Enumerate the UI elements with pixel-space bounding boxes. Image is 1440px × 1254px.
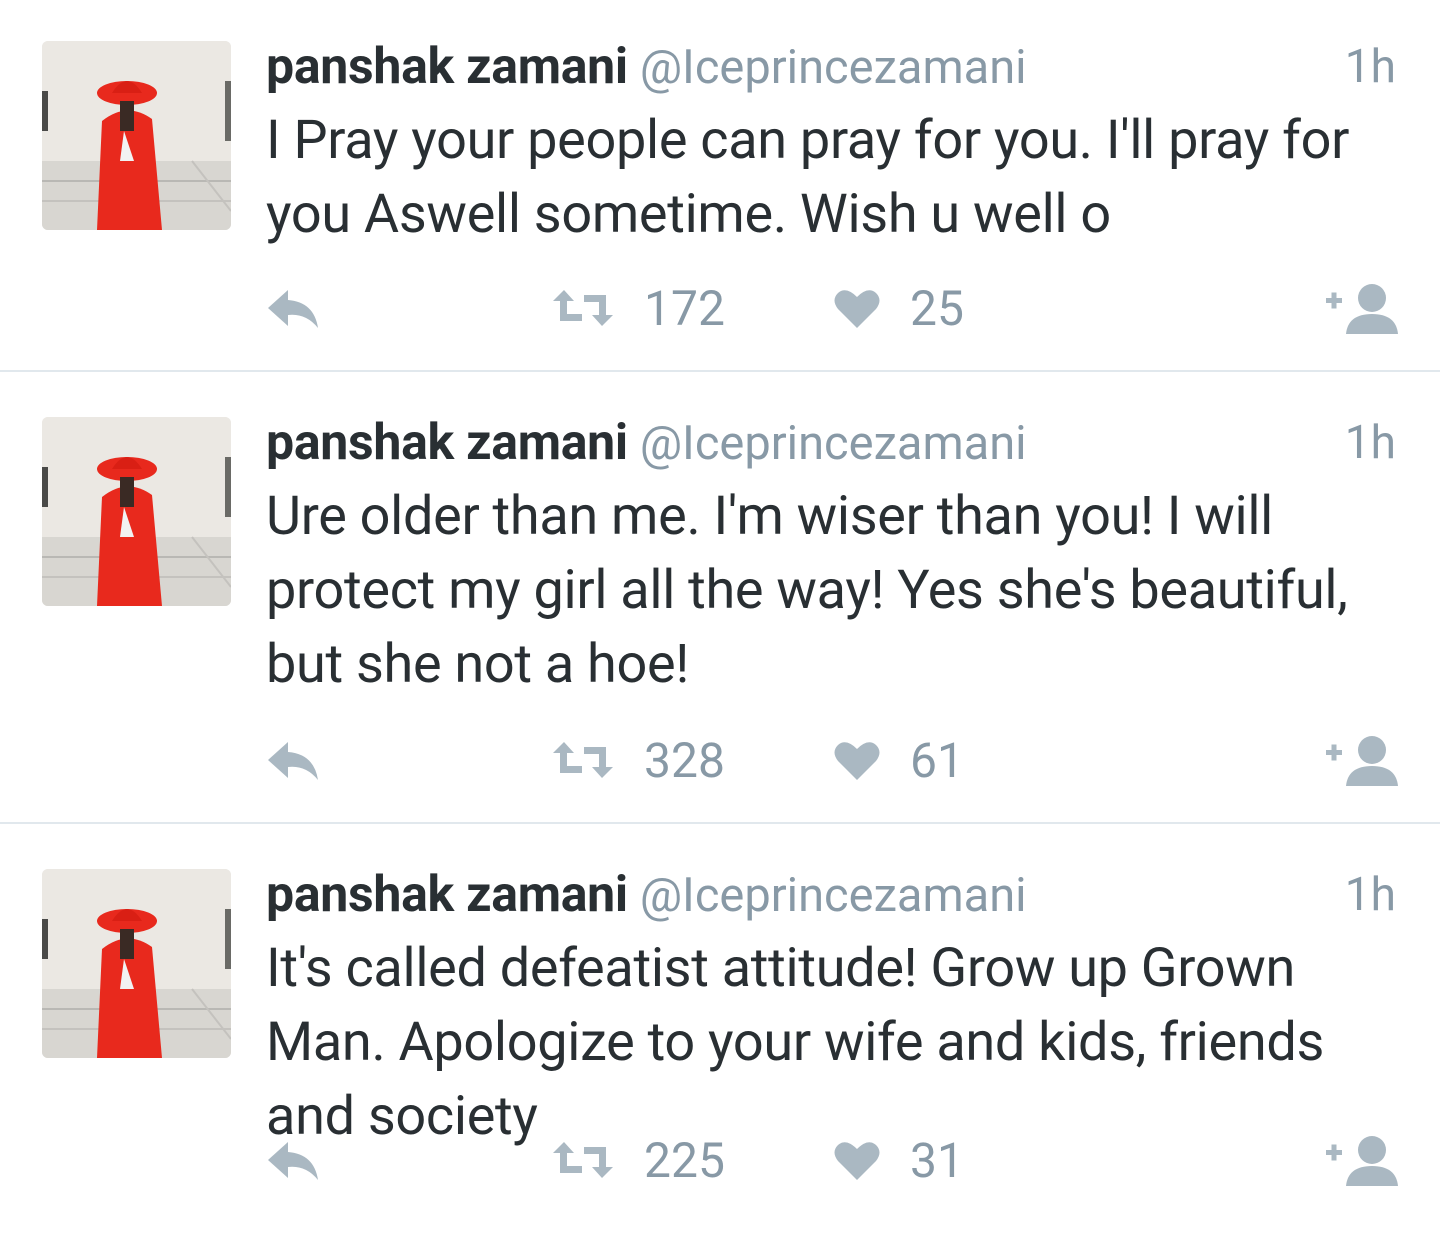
tweet-text: Ure older than me. I'm wiser than you! I… <box>266 485 1348 696</box>
tweet-actions: 172 25 <box>266 278 1398 338</box>
tweet-header: panshak zamani @Iceprincezamani 1h <box>266 412 1396 474</box>
timestamp[interactable]: 1h <box>1345 412 1396 474</box>
tweet[interactable]: panshak zamani @Iceprincezamani 1h Ure ol… <box>0 372 1440 824</box>
retweet-icon <box>553 1142 613 1178</box>
retweet-icon <box>553 742 613 778</box>
avatar-image <box>42 417 231 606</box>
retweet-button[interactable]: 225 <box>552 1130 725 1190</box>
follow-button[interactable] <box>1326 1130 1398 1190</box>
retweet-icon <box>553 290 613 326</box>
like-count: 61 <box>910 731 964 789</box>
display-name[interactable]: panshak zamani <box>266 414 628 472</box>
avatar[interactable] <box>42 417 231 606</box>
avatar[interactable] <box>42 869 231 1058</box>
user-handle[interactable]: @Iceprincezamani <box>640 416 1027 471</box>
tweet-content: panshak zamani @Iceprincezamani 1h It's c… <box>266 864 1396 1154</box>
reply-arrow-icon <box>268 1142 318 1180</box>
follow-button[interactable] <box>1326 278 1398 338</box>
tweet-feed: panshak zamani @Iceprincezamani 1h I Pray… <box>0 0 1440 1254</box>
retweet-count: 172 <box>644 279 725 337</box>
like-count: 31 <box>910 1131 964 1189</box>
reply-button[interactable] <box>266 278 320 338</box>
display-name[interactable]: panshak zamani <box>266 866 628 924</box>
tweet-text: I Pray your people can pray for you. I'l… <box>266 109 1350 246</box>
avatar-image <box>42 41 231 230</box>
reply-arrow-icon <box>268 742 318 780</box>
like-button[interactable]: 31 <box>834 1130 964 1190</box>
timestamp[interactable]: 1h <box>1345 36 1396 98</box>
timestamp[interactable]: 1h <box>1345 864 1396 926</box>
retweet-button[interactable]: 172 <box>552 278 725 338</box>
add-user-icon <box>1326 284 1398 334</box>
reply-arrow-icon <box>268 290 318 328</box>
tweet-header: panshak zamani @Iceprincezamani 1h <box>266 36 1396 98</box>
user-handle[interactable]: @Iceprincezamani <box>640 40 1027 95</box>
tweet-content: panshak zamani @Iceprincezamani 1h Ure ol… <box>266 412 1396 702</box>
follow-button[interactable] <box>1326 730 1398 790</box>
reply-button[interactable] <box>266 730 320 790</box>
tweet[interactable]: panshak zamani @Iceprincezamani 1h I Pray… <box>0 0 1440 372</box>
tweet-text: It's called defeatist attitude! Grow up … <box>266 937 1325 1148</box>
avatar-image <box>42 869 231 1058</box>
like-count: 25 <box>910 279 964 337</box>
tweet-header: panshak zamani @Iceprincezamani 1h <box>266 864 1396 926</box>
tweet-actions: 225 31 <box>266 1130 1398 1190</box>
like-button[interactable]: 25 <box>834 278 964 338</box>
display-name[interactable]: panshak zamani <box>266 38 628 96</box>
avatar[interactable] <box>42 41 231 230</box>
heart-icon <box>834 742 880 780</box>
retweet-count: 328 <box>644 731 725 789</box>
add-user-icon <box>1326 736 1398 786</box>
reply-button[interactable] <box>266 1130 320 1190</box>
heart-icon <box>834 290 880 328</box>
heart-icon <box>834 1142 880 1180</box>
tweet[interactable]: panshak zamani @Iceprincezamani 1h It's c… <box>0 824 1440 1254</box>
retweet-button[interactable]: 328 <box>552 730 725 790</box>
like-button[interactable]: 61 <box>834 730 964 790</box>
user-handle[interactable]: @Iceprincezamani <box>640 868 1027 923</box>
retweet-count: 225 <box>644 1131 725 1189</box>
tweet-actions: 328 61 <box>266 730 1398 790</box>
tweet-content: panshak zamani @Iceprincezamani 1h I Pray… <box>266 36 1396 252</box>
add-user-icon <box>1326 1136 1398 1186</box>
